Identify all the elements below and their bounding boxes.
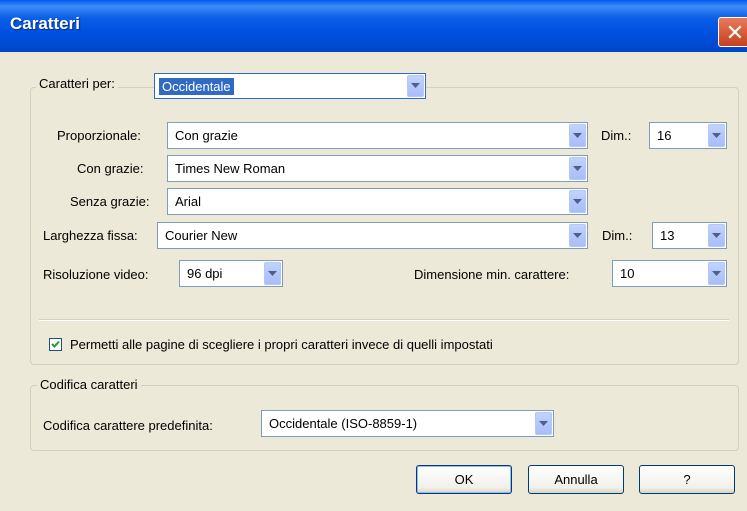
chevron-down-icon <box>535 412 552 435</box>
fonts-group-legend: Caratteri per: <box>36 76 118 91</box>
size-value-1: 16 <box>657 128 672 143</box>
chevron-down-icon <box>264 262 281 285</box>
chevron-down-icon <box>569 124 586 147</box>
close-button[interactable]: ✕ <box>718 17 747 47</box>
sans-serif-select[interactable]: Arial <box>167 188 588 215</box>
chevron-down-icon <box>708 262 725 285</box>
cancel-button[interactable]: Annulla <box>528 465 624 494</box>
proportional-label: Proporzionale: <box>57 128 141 143</box>
monospace-select[interactable]: Courier New <box>157 222 588 249</box>
min-size-value: 10 <box>620 266 635 281</box>
charset-label: Caratteri per: <box>39 76 115 91</box>
allow-pages-checkbox[interactable] <box>49 338 62 351</box>
group-separator <box>39 319 729 321</box>
size-label-1: Dim.: <box>601 128 632 143</box>
serif-label: Con grazie: <box>77 161 144 176</box>
checkmark-icon <box>51 340 60 348</box>
monospace-value: Courier New <box>165 228 238 243</box>
close-icon: ✕ <box>725 20 745 45</box>
chevron-down-icon <box>407 75 424 97</box>
chevron-down-icon <box>569 224 586 247</box>
size-value-2: 13 <box>660 228 675 243</box>
serif-select[interactable]: Times New Roman <box>167 155 588 182</box>
resolution-select[interactable]: 96 dpi <box>179 260 283 287</box>
default-encoding-value: Occidentale (ISO-8859-1) <box>269 416 418 431</box>
default-encoding-select[interactable]: Occidentale (ISO-8859-1) <box>261 410 554 437</box>
window-title: Caratteri <box>10 14 80 33</box>
encoding-group-legend: Codifica caratteri <box>37 377 141 392</box>
size-label-2: Dim.: <box>602 228 633 243</box>
default-encoding-label: Codifica carattere predefinita: <box>43 418 213 433</box>
min-size-select[interactable]: 10 <box>612 260 727 287</box>
charset-select[interactable]: Occidentale <box>154 73 426 99</box>
sans-serif-value: Arial <box>175 194 202 209</box>
allow-pages-label[interactable]: Permetti alle pagine di scegliere i prop… <box>70 337 493 352</box>
resolution-label: Risoluzione video: <box>43 267 149 282</box>
chevron-down-icon <box>708 224 725 247</box>
chevron-down-icon <box>708 124 725 147</box>
chevron-down-icon <box>569 190 586 213</box>
monospace-label: Larghezza fissa: <box>43 228 138 243</box>
charset-value: Occidentale <box>159 77 234 95</box>
chevron-down-icon <box>569 157 586 180</box>
help-button[interactable]: ? <box>639 465 735 494</box>
size-select-2[interactable]: 13 <box>652 222 727 249</box>
sans-serif-label: Senza grazie: <box>70 194 150 209</box>
min-size-label: Dimensione min. carattere: <box>414 267 570 282</box>
proportional-select[interactable]: Con grazie <box>167 122 588 149</box>
proportional-value: Con grazie <box>175 128 238 143</box>
serif-value: Times New Roman <box>175 161 286 176</box>
resolution-value: 96 dpi <box>187 266 223 281</box>
size-select-1[interactable]: 16 <box>649 122 727 149</box>
title-bar: Caratteri ✕ <box>0 0 747 52</box>
ok-button[interactable]: OK <box>416 465 512 494</box>
